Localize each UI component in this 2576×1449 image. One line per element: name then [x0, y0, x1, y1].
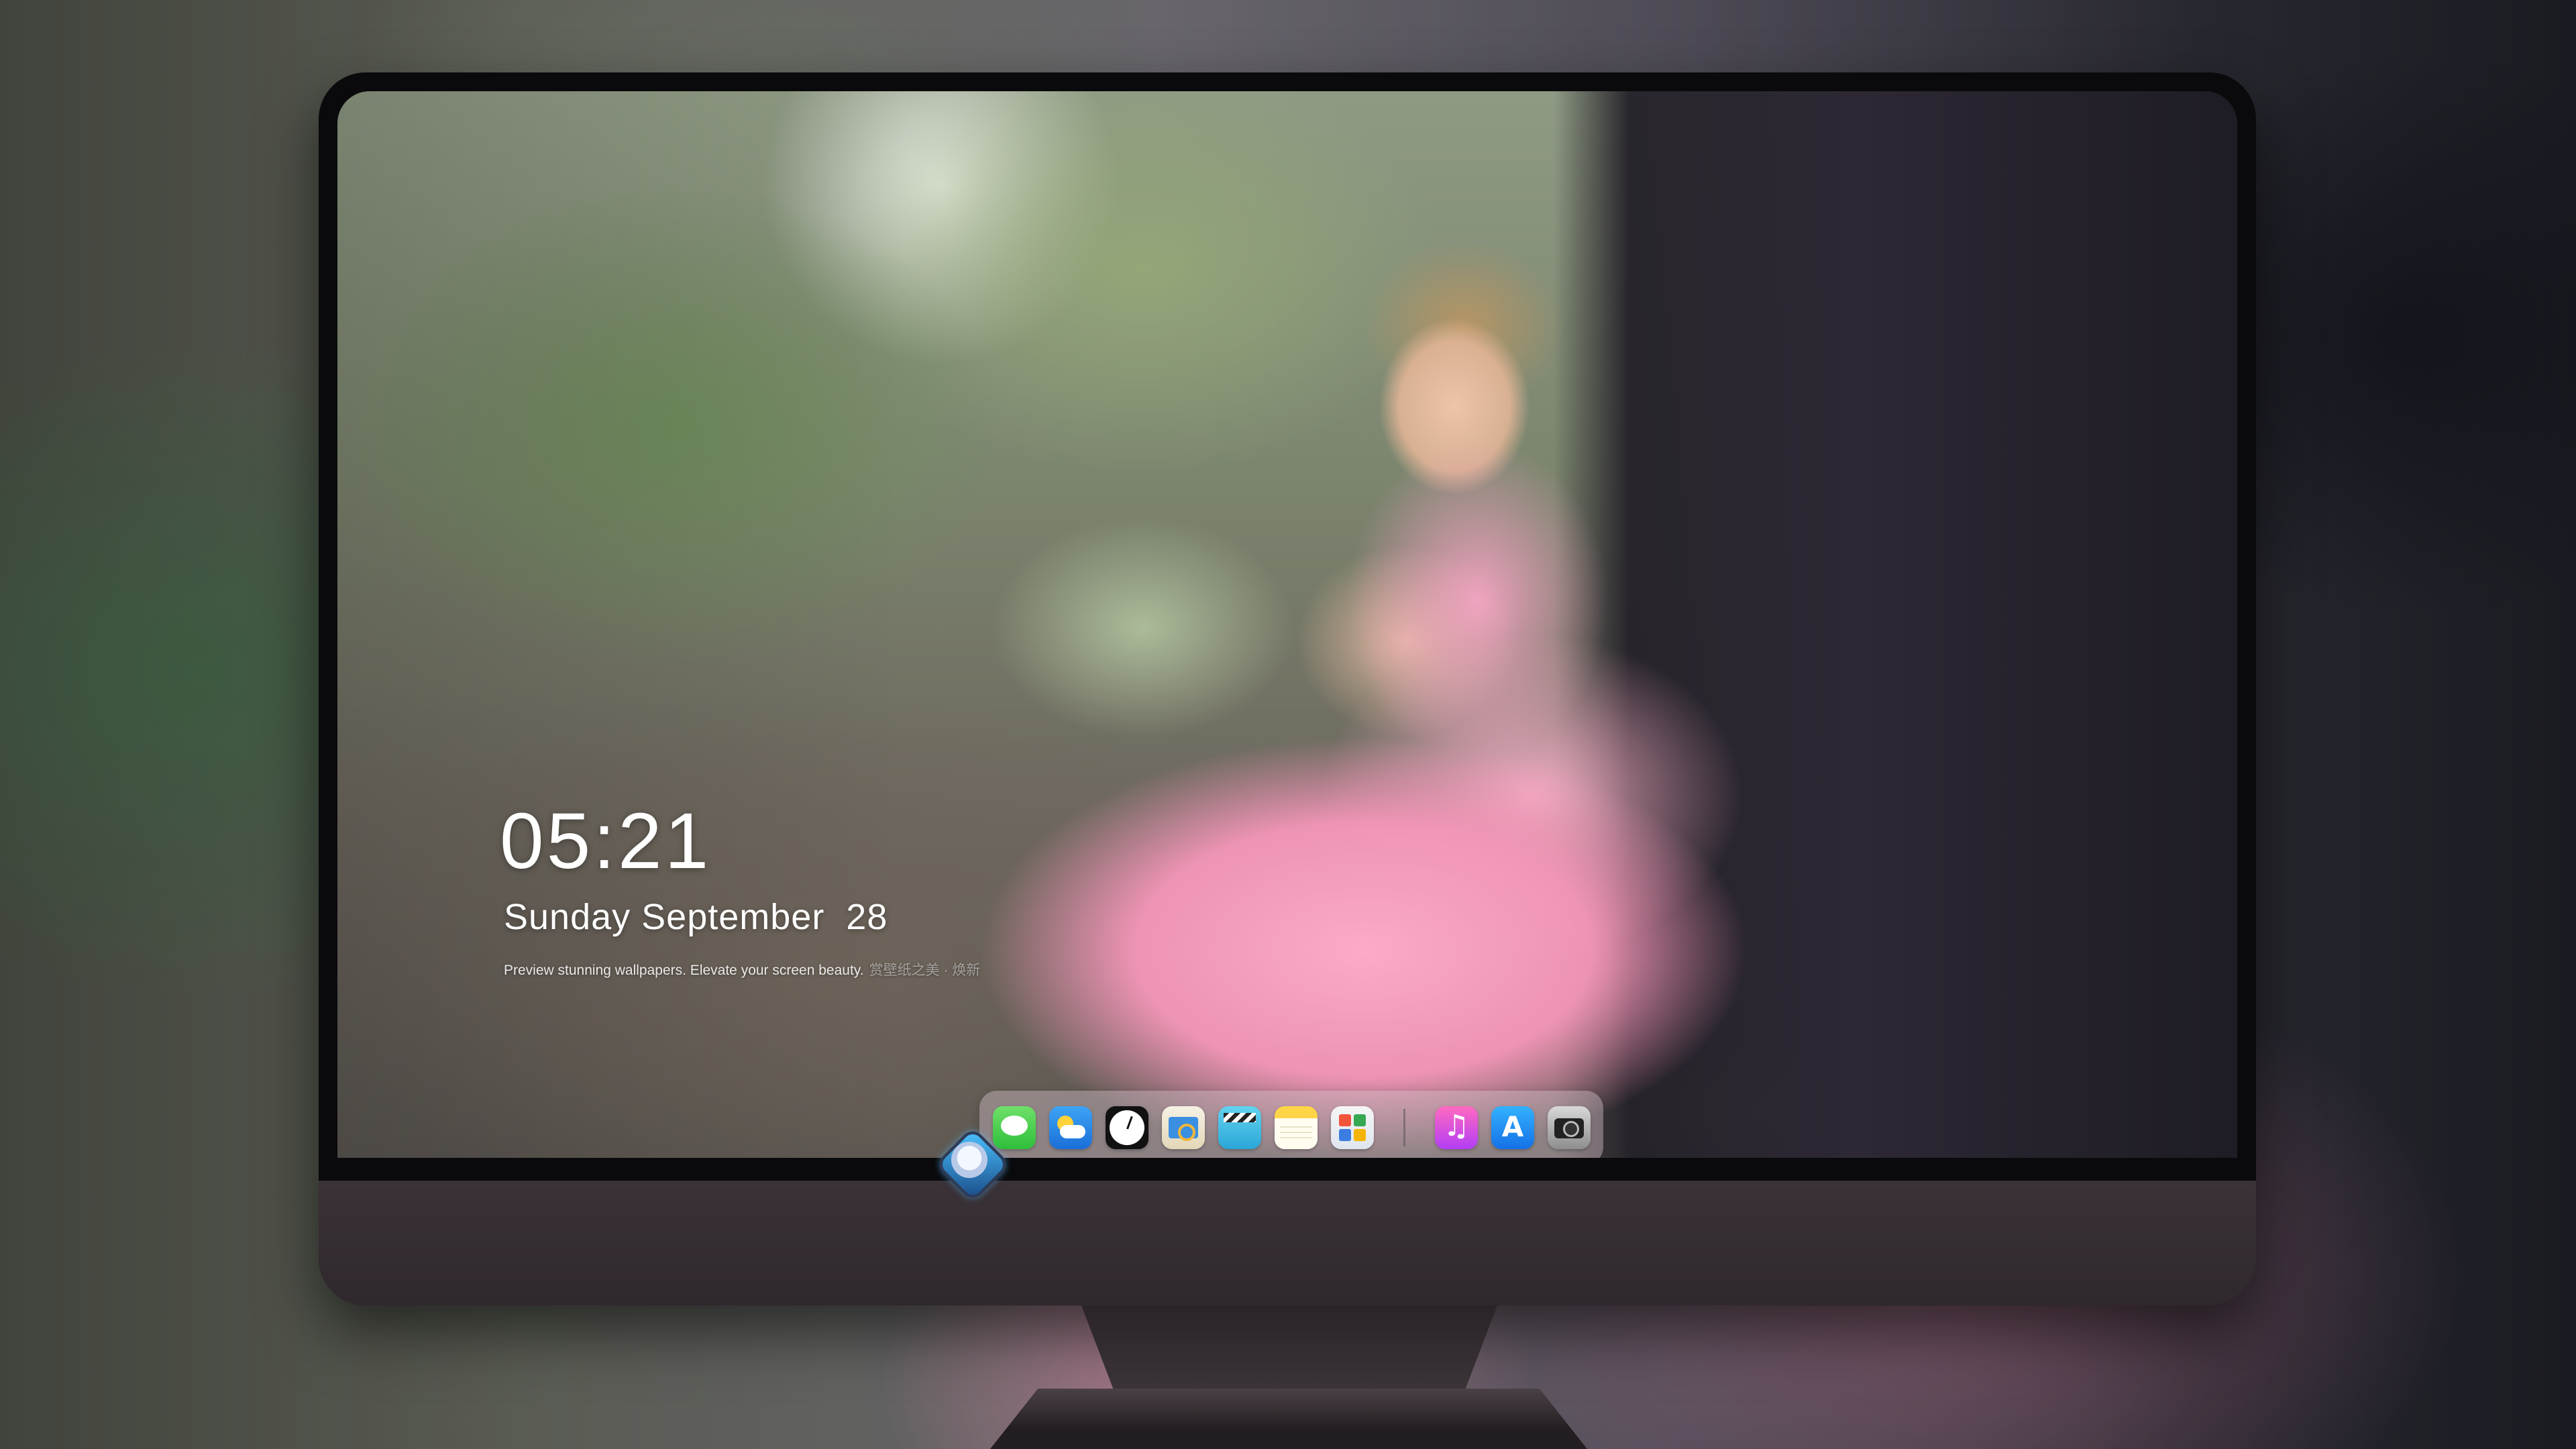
monitor-bezel: 05:21 Sunday September 28 Preview stunni…: [319, 72, 2256, 1170]
music-icon[interactable]: [1435, 1106, 1478, 1149]
preview-icon[interactable]: [1162, 1106, 1205, 1149]
caption-faded-text: 赏壁纸之美 · 焕新: [869, 963, 981, 978]
clock-icon[interactable]: [1106, 1106, 1148, 1149]
caption-text: Preview stunning wallpapers. Elevate you…: [504, 963, 864, 978]
notes-icon[interactable]: [1275, 1106, 1318, 1149]
dock-separator: [1403, 1109, 1405, 1146]
camera-icon[interactable]: [1548, 1106, 1591, 1149]
wallpaper-screen: 05:21 Sunday September 28 Preview stunni…: [337, 91, 2237, 1158]
monitor-chin: [319, 1170, 2256, 1305]
monitor-stand-neck: [1081, 1305, 1497, 1393]
photos-icon[interactable]: [1331, 1106, 1374, 1149]
dock: [979, 1091, 1603, 1158]
wallpaper-caption: Preview stunning wallpapers. Elevate you…: [504, 959, 980, 979]
monitor-stand-base: [990, 1389, 1587, 1449]
app-store-icon[interactable]: [1491, 1106, 1534, 1149]
brand-logo-face: [951, 1142, 987, 1178]
lockscreen-time: 05:21: [500, 797, 712, 885]
clips-icon[interactable]: [1218, 1106, 1261, 1149]
messages-icon[interactable]: [993, 1106, 1036, 1149]
lockscreen-date: Sunday September 28: [504, 897, 888, 937]
desktop-scene: 05:21 Sunday September 28 Preview stunni…: [0, 0, 2576, 1449]
wallpaper-vignette: [337, 91, 2237, 1158]
weather-icon[interactable]: [1049, 1106, 1092, 1149]
monitor: 05:21 Sunday September 28 Preview stunni…: [319, 72, 2256, 1305]
